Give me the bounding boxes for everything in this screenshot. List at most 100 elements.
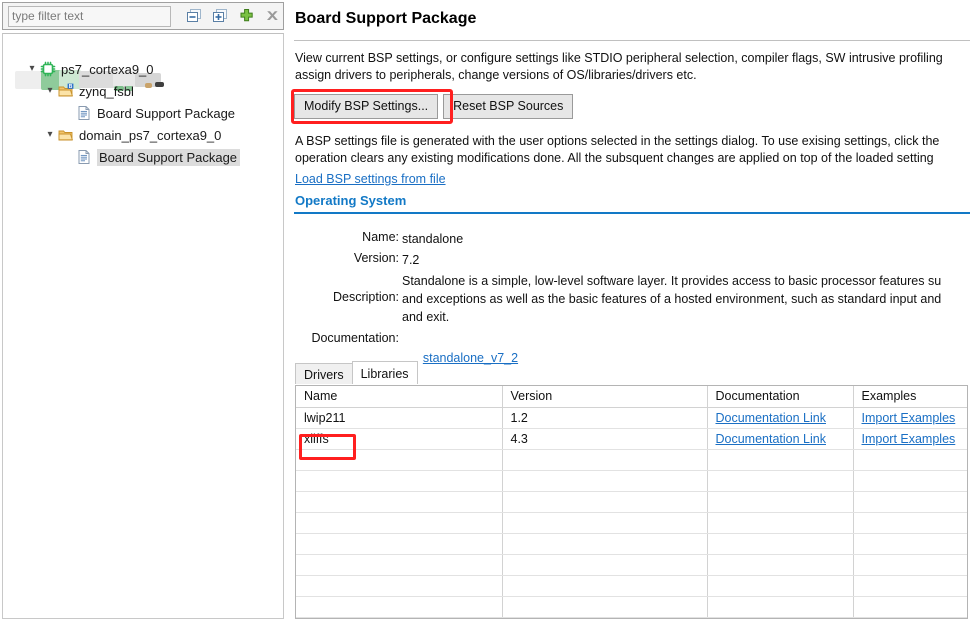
- table-row[interactable]: lwip211 1.2 Documentation Link Import Ex…: [296, 407, 967, 429]
- load-bsp-settings-link[interactable]: Load BSP settings from file: [295, 172, 446, 186]
- table-cell-empty: [502, 512, 708, 534]
- os-name-label: Name:: [362, 230, 399, 244]
- os-version-value: 7.2: [402, 253, 420, 267]
- page-title: Board Support Package: [295, 10, 477, 27]
- table-cell-empty: [853, 491, 967, 513]
- table-row-empty[interactable]: [296, 533, 967, 555]
- table-cell-empty: [296, 512, 503, 534]
- table-cell-empty: [707, 596, 854, 618]
- table-cell-empty: [296, 554, 503, 576]
- expand-all-icon[interactable]: [211, 7, 229, 25]
- table-cell-empty: [296, 491, 503, 513]
- modify-bsp-settings-button[interactable]: Modify BSP Settings...: [294, 94, 439, 119]
- table-row-empty[interactable]: [296, 554, 967, 576]
- operating-system-divider: [294, 212, 970, 214]
- table-cell-empty: [502, 470, 708, 492]
- table-cell-empty: [502, 575, 708, 597]
- filter-input[interactable]: [8, 5, 171, 27]
- documentation-link[interactable]: Documentation Link: [716, 411, 826, 425]
- table-row-empty[interactable]: [296, 596, 967, 618]
- document-icon: [75, 148, 93, 166]
- table-cell-empty: [502, 596, 708, 618]
- tree-item-board-support-package-domain[interactable]: Board Support Package: [3, 146, 283, 168]
- tree-item-domain-ps7-cortexa9-0[interactable]: ▾ domain_ps7_cortexa9_0: [3, 124, 283, 146]
- table-cell-empty: [296, 470, 503, 492]
- column-header-version[interactable]: Version: [502, 386, 708, 408]
- bsp-tab-bar: Drivers Libraries: [295, 361, 418, 384]
- libraries-table[interactable]: Name Version Documentation Examples lwip…: [295, 385, 968, 619]
- table-row-empty[interactable]: [296, 449, 967, 471]
- tree-item-label: Board Support Package: [97, 105, 236, 121]
- table-row-empty[interactable]: [296, 575, 967, 597]
- column-header-examples[interactable]: Examples: [853, 386, 967, 408]
- library-examples-cell: Import Examples: [853, 428, 967, 450]
- table-cell-empty: [707, 470, 854, 492]
- library-name[interactable]: lwip211: [296, 407, 503, 429]
- add-icon[interactable]: [237, 7, 255, 25]
- tree-item-label: zynq_fsbl: [79, 83, 134, 99]
- documentation-link[interactable]: Documentation Link: [716, 432, 826, 446]
- table-cell-empty: [502, 554, 708, 576]
- bsp-settings-file-paragraph: A BSP settings file is generated with th…: [295, 134, 940, 165]
- table-body: lwip211 1.2 Documentation Link Import Ex…: [296, 407, 967, 618]
- tree-toolbar-icons: [185, 7, 281, 25]
- table-cell-empty: [707, 512, 854, 534]
- bsp-editor-pane: Board Support Package View current BSP s…: [292, 0, 970, 621]
- table-cell-empty: [853, 512, 967, 534]
- title-divider: [294, 40, 970, 41]
- table-cell-empty: [296, 575, 503, 597]
- os-version-label: Version:: [353, 251, 399, 265]
- tree-item-ps7-cortexa9-0[interactable]: ▾ ps7_cortexa9_0: [3, 58, 283, 80]
- tab-drivers[interactable]: Drivers: [295, 363, 353, 384]
- table-cell-empty: [707, 533, 854, 555]
- os-description-value: Standalone is a simple, low-level softwa…: [402, 274, 942, 324]
- tree-item-label: ps7_cortexa9_0: [61, 61, 154, 77]
- table-row-empty[interactable]: [296, 470, 967, 492]
- table-row[interactable]: xilffs 4.3 Documentation Link Import Exa…: [296, 428, 967, 450]
- library-version: 4.3: [502, 428, 708, 450]
- table-cell-empty: [707, 554, 854, 576]
- import-examples-link[interactable]: Import Examples: [862, 432, 956, 446]
- application-window: ▾: [0, 0, 970, 621]
- library-name[interactable]: xilffs: [296, 428, 503, 450]
- os-documentation-value: standalone_v7_2: [402, 331, 970, 385]
- chevron-down-icon[interactable]: ▾: [43, 80, 57, 102]
- table-cell-empty: [502, 533, 708, 555]
- os-documentation-label: Documentation:: [311, 331, 399, 345]
- folder-bsp-icon: B: [57, 82, 75, 100]
- table-cell-empty: [853, 449, 967, 471]
- table-cell-empty: [502, 491, 708, 513]
- document-icon: [75, 104, 93, 122]
- library-examples-cell: Import Examples: [853, 407, 967, 429]
- table-cell-empty: [296, 449, 503, 471]
- library-documentation-cell: Documentation Link: [707, 428, 854, 450]
- operating-system-heading: Operating System: [295, 193, 407, 208]
- tab-libraries[interactable]: Libraries: [351, 361, 418, 384]
- table-cell-empty: [853, 470, 967, 492]
- table-row-empty[interactable]: [296, 491, 967, 513]
- chevron-down-icon[interactable]: ▾: [25, 58, 39, 80]
- table-cell-empty: [502, 449, 708, 471]
- collapse-all-icon[interactable]: [185, 7, 203, 25]
- import-examples-link[interactable]: Import Examples: [862, 411, 956, 425]
- delete-icon[interactable]: [263, 7, 281, 25]
- table-cell-empty: [853, 554, 967, 576]
- column-header-name[interactable]: Name: [296, 386, 503, 408]
- chevron-down-icon[interactable]: ▾: [43, 124, 57, 146]
- svg-text:B: B: [69, 84, 73, 90]
- column-header-documentation[interactable]: Documentation: [707, 386, 854, 408]
- library-documentation-cell: Documentation Link: [707, 407, 854, 429]
- tree-item-board-support-package-fsbl[interactable]: Board Support Package: [3, 102, 283, 124]
- tree-item-zynq-fsbl[interactable]: ▾ B zynq_fsbl: [3, 80, 283, 102]
- folder-icon: [57, 126, 75, 144]
- table-header-row: Name Version Documentation Examples: [296, 386, 967, 408]
- bsp-action-buttons: Modify BSP Settings... Reset BSP Sources: [294, 94, 574, 119]
- table-cell-empty: [707, 449, 854, 471]
- standalone-doc-link[interactable]: standalone_v7_2: [423, 351, 518, 365]
- project-tree[interactable]: ▾ ps7_cortexa9_0 ▾ B zynq_fsbl Board Sup…: [2, 33, 284, 619]
- table-cell-empty: [296, 533, 503, 555]
- bsp-description-paragraph: View current BSP settings, or configure …: [295, 51, 943, 82]
- table-row-empty[interactable]: [296, 512, 967, 534]
- reset-bsp-sources-button[interactable]: Reset BSP Sources: [443, 94, 574, 119]
- processor-chip-icon: [39, 60, 57, 78]
